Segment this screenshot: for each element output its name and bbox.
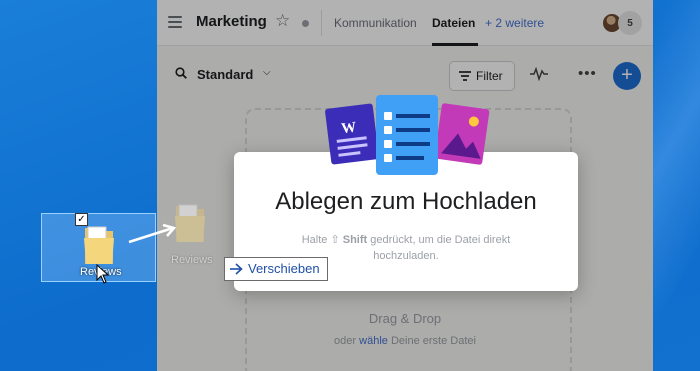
folder-icon[interactable]: [82, 224, 116, 266]
list-document-icon: [376, 95, 438, 175]
modal-body-key: Shift: [342, 234, 368, 246]
modal-body-prefix: Halte ⇧: [301, 234, 340, 246]
ghost-folder-icon: [175, 204, 205, 242]
modal-title: Ablegen zum Hochladen: [275, 188, 537, 215]
svg-text:W: W: [340, 119, 357, 137]
move-tooltip: Verschieben: [224, 257, 328, 281]
ghost-folder-label: Reviews: [171, 254, 213, 266]
modal-body-line2: hochzuladen.: [373, 250, 439, 262]
file-types-illustration: W: [325, 95, 490, 175]
arrow-right-icon: [230, 263, 243, 275]
move-tooltip-label: Verschieben: [248, 261, 320, 276]
drag-direction-arrow: [128, 223, 177, 244]
image-file-icon: [434, 103, 490, 165]
modal-body-suffix: gedrückt, um die Datei direkt: [370, 234, 511, 246]
mouse-cursor-icon: [96, 264, 110, 284]
word-document-icon: W: [325, 103, 379, 165]
